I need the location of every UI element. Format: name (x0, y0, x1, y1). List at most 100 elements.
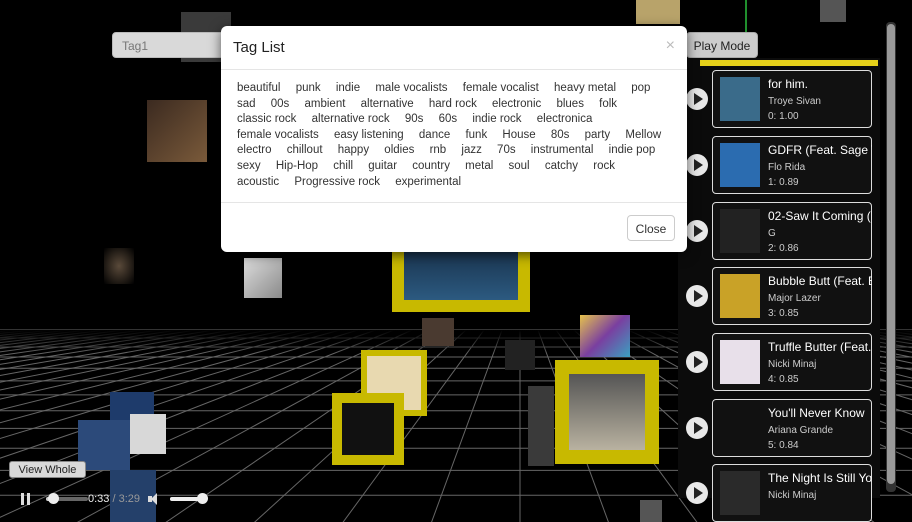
tag-item[interactable]: Progressive rock (294, 175, 380, 191)
album-art-tile[interactable] (104, 248, 134, 284)
tag-item[interactable]: indie rock (472, 112, 521, 128)
playlist-item[interactable]: You'll Never Know Ariana Grande 5: 0.84 (682, 399, 874, 457)
tag-item[interactable]: chill (333, 159, 353, 175)
volume-handle[interactable] (197, 493, 209, 504)
tag-item[interactable]: jazz (461, 143, 481, 159)
playlist-item[interactable]: GDFR (Feat. Sage Th Flo Rida 1: 0.89 (682, 136, 874, 194)
playlist-item[interactable]: Truffle Butter (Feat. Li Nicki Minaj 4: 0.… (682, 333, 874, 391)
playlist-item[interactable]: The Night Is Still Your Nicki Minaj (682, 464, 874, 522)
tag-item[interactable]: happy (338, 143, 369, 159)
play-icon[interactable] (686, 285, 708, 307)
tag-item[interactable]: acoustic (237, 175, 279, 191)
track-card[interactable]: Bubble Butt (Feat. Br Major Lazer 3: 0.85 (712, 267, 872, 325)
tag-item[interactable]: sexy (237, 159, 261, 175)
album-art-tile[interactable] (820, 0, 846, 22)
play-mode-button[interactable]: Play Mode (686, 32, 758, 58)
tag-item[interactable]: easy listening (334, 128, 404, 144)
volume-slider[interactable] (170, 493, 209, 504)
highlighted-album-frame[interactable] (555, 360, 659, 464)
track-card[interactable]: The Night Is Still Your Nicki Minaj (712, 464, 872, 522)
total-time: 3:29 (118, 493, 141, 505)
highlighted-album-frame[interactable] (332, 393, 404, 465)
tag-item[interactable]: oldies (384, 143, 414, 159)
track-card[interactable]: GDFR (Feat. Sage Th Flo Rida 1: 0.89 (712, 136, 872, 194)
track-card[interactable]: Truffle Butter (Feat. Li Nicki Minaj 4: 0.… (712, 333, 872, 391)
tag-item[interactable]: funk (465, 128, 487, 144)
tag-item[interactable]: female vocalists (237, 128, 319, 144)
tag-item[interactable]: alternative (361, 97, 414, 113)
tag-item[interactable]: catchy (545, 159, 578, 175)
track-thumbnail (720, 471, 760, 515)
tag-item[interactable]: metal (465, 159, 493, 175)
tag-item[interactable]: Mellow (625, 128, 661, 144)
play-icon[interactable] (686, 220, 708, 242)
album-art-tile[interactable] (640, 500, 662, 522)
tag-item[interactable]: electro (237, 143, 272, 159)
play-icon[interactable] (686, 88, 708, 110)
play-icon[interactable] (686, 351, 708, 373)
tag-item[interactable]: electronica (537, 112, 593, 128)
track-artist: G (768, 228, 776, 239)
pause-icon[interactable] (20, 493, 32, 505)
tag-item[interactable]: ambient (305, 97, 346, 113)
playlist-item[interactable]: 02-Saw It Coming (Fe G 2: 0.86 (682, 202, 874, 260)
tag-item[interactable]: alternative rock (312, 112, 390, 128)
tag-item[interactable]: folk (599, 97, 617, 113)
play-icon[interactable] (686, 482, 708, 504)
tag-item[interactable]: male vocalists (375, 81, 447, 97)
tag-item[interactable]: instrumental (531, 143, 594, 159)
tag-item[interactable]: soul (509, 159, 530, 175)
tag-item[interactable]: blues (556, 97, 584, 113)
tag-item[interactable]: 90s (405, 112, 424, 128)
album-art-tile[interactable] (580, 315, 630, 357)
view-whole-button[interactable]: View Whole (9, 461, 86, 478)
volume-icon[interactable] (148, 492, 162, 506)
tag-item[interactable]: classic rock (237, 112, 296, 128)
album-art-tile[interactable] (244, 258, 282, 298)
album-art-tile[interactable] (422, 318, 454, 346)
track-card[interactable]: for him. Troye Sivan 0: 1.00 (712, 70, 872, 128)
playlist-item[interactable]: Bubble Butt (Feat. Br Major Lazer 3: 0.85 (682, 267, 874, 325)
tag-item[interactable]: hard rock (429, 97, 477, 113)
tag-item[interactable]: country (412, 159, 450, 175)
close-button[interactable]: Close (627, 215, 675, 241)
tag-item[interactable]: 60s (439, 112, 458, 128)
tag-item[interactable]: indie pop (609, 143, 656, 159)
tag-item[interactable]: heavy metal (554, 81, 616, 97)
tag-item[interactable]: rock (593, 159, 615, 175)
tag-item[interactable]: guitar (368, 159, 397, 175)
tag-item[interactable]: House (502, 128, 535, 144)
playlist-item[interactable]: for him. Troye Sivan 0: 1.00 (682, 70, 874, 128)
tag-item[interactable]: chillout (287, 143, 323, 159)
tag-item[interactable]: rnb (430, 143, 447, 159)
seek-slider[interactable] (46, 493, 88, 504)
tag-item[interactable]: 00s (271, 97, 290, 113)
album-art-tile[interactable] (147, 100, 207, 162)
tag-item[interactable]: 80s (551, 128, 570, 144)
tag-item[interactable]: female vocalist (463, 81, 539, 97)
tag-item[interactable]: pop (631, 81, 650, 97)
tag-item[interactable]: sad (237, 97, 256, 113)
track-card[interactable]: 02-Saw It Coming (Fe G 2: 0.86 (712, 202, 872, 260)
playlist-scroll-thumb[interactable] (887, 24, 895, 484)
tag-item[interactable]: beautiful (237, 81, 280, 97)
play-icon[interactable] (686, 417, 708, 439)
tag-item[interactable]: punk (296, 81, 321, 97)
tag-item[interactable]: dance (419, 128, 450, 144)
album-art-tile[interactable] (636, 0, 680, 24)
close-icon[interactable]: × (666, 37, 675, 55)
tag-item[interactable]: Hip-Hop (276, 159, 318, 175)
tag-item[interactable]: party (585, 128, 611, 144)
album-art-tile[interactable] (505, 340, 535, 370)
album-art-tile[interactable] (130, 414, 166, 454)
tag-input[interactable]: Tag1 (112, 32, 222, 58)
tag-item[interactable]: indie (336, 81, 360, 97)
album-art-tile[interactable] (528, 386, 554, 466)
tag-item[interactable]: experimental (395, 175, 461, 191)
seek-handle[interactable] (47, 493, 59, 504)
play-icon[interactable] (686, 154, 708, 176)
track-card[interactable]: You'll Never Know Ariana Grande 5: 0.84 (712, 399, 872, 457)
track-thumbnail (720, 406, 760, 450)
tag-item[interactable]: 70s (497, 143, 516, 159)
tag-item[interactable]: electronic (492, 97, 541, 113)
